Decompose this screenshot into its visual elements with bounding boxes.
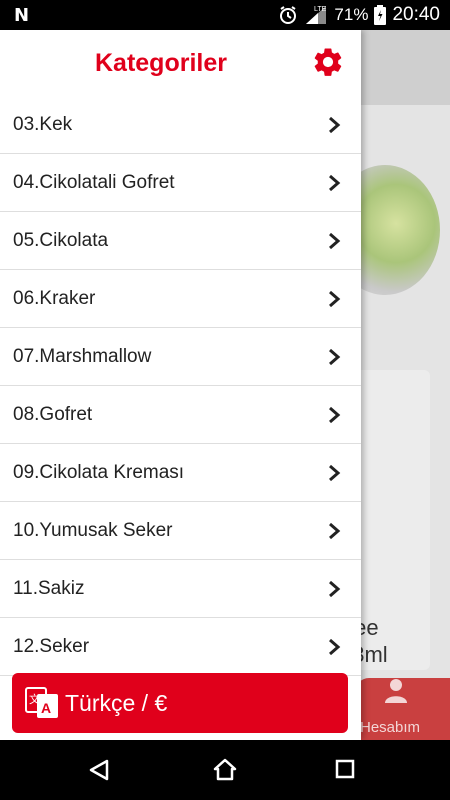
alarm-icon [280, 6, 297, 24]
chevron-right-icon [329, 116, 341, 133]
category-item-gofret[interactable]: 08.Gofret [0, 386, 361, 444]
category-label: 08.Gofret [13, 403, 93, 425]
battery-icon [374, 5, 387, 25]
chevron-right-icon [329, 232, 341, 249]
status-bar: N LTE 71% 20:40 [0, 0, 450, 30]
signal-icon: LTE [306, 6, 327, 24]
category-label: 12.Seker [13, 635, 90, 657]
category-label: 10.Yumusak Seker [13, 519, 173, 541]
svg-text:文: 文 [29, 692, 40, 706]
category-label: 03.Kek [13, 113, 73, 135]
chevron-right-icon [329, 580, 341, 597]
chevron-right-icon [329, 406, 341, 423]
user-icon [385, 679, 407, 703]
navigation-drawer: Kategoriler 03.Kek 04.Cikolatali Gofret … [0, 30, 361, 740]
category-label: 07.Marshmallow [13, 345, 152, 367]
svg-text:A: A [41, 700, 51, 716]
chevron-right-icon [329, 638, 341, 655]
svg-text:LTE: LTE [314, 6, 327, 13]
category-item-cikolata[interactable]: 05.Cikolata [0, 212, 361, 270]
translate-icon: 文 A [25, 687, 58, 718]
category-item-kek[interactable]: 03.Kek [0, 96, 361, 154]
account-tab-label: Hesabım [360, 719, 421, 736]
category-label: 05.Cikolata [13, 229, 109, 251]
category-item-yumusak-seker[interactable]: 10.Yumusak Seker [0, 502, 361, 560]
category-item-cikolatali-gofret[interactable]: 04.Cikolatali Gofret [0, 154, 361, 212]
language-currency-label: Türkçe / € [65, 689, 168, 716]
chevron-right-icon [329, 174, 341, 191]
category-list: 03.Kek 04.Cikolatali Gofret 05.Cikolata … [0, 96, 361, 676]
chevron-right-icon [329, 522, 341, 539]
notification-n-icon: N [14, 5, 30, 26]
chevron-right-icon [329, 290, 341, 307]
category-item-sakiz[interactable]: 11.Sakiz [0, 560, 361, 618]
category-item-seker[interactable]: 12.Seker [0, 618, 361, 676]
chevron-right-icon [329, 348, 341, 365]
drawer-title: Kategoriler [95, 49, 227, 77]
category-label: 06.Kraker [13, 287, 96, 309]
chevron-right-icon [329, 464, 341, 481]
system-navigation-bar [0, 740, 450, 800]
battery-percentage: 71% [334, 5, 369, 24]
recent-apps-icon[interactable] [335, 759, 355, 779]
category-label: 09.Cikolata Kreması [13, 461, 185, 483]
language-currency-button[interactable]: 文 A Türkçe / € [12, 673, 348, 733]
clock: 20:40 [392, 4, 440, 25]
gear-icon[interactable] [311, 45, 345, 79]
home-icon[interactable] [213, 758, 237, 782]
category-label: 11.Sakiz [13, 577, 85, 599]
category-item-kraker[interactable]: 06.Kraker [0, 270, 361, 328]
status-right: LTE 71% 20:40 [278, 0, 440, 30]
category-label: 04.Cikolatali Gofret [13, 171, 175, 193]
category-item-marshmallow[interactable]: 07.Marshmallow [0, 328, 361, 386]
back-icon[interactable] [88, 759, 110, 781]
category-item-cikolata-kremasi[interactable]: 09.Cikolata Kreması [0, 444, 361, 502]
